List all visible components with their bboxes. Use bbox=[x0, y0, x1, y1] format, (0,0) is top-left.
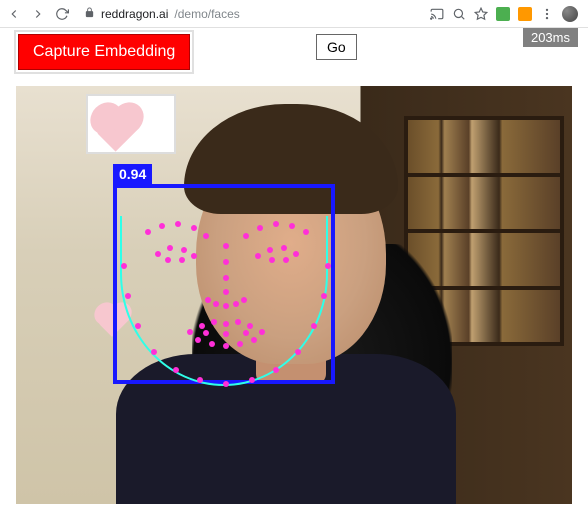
extension-orange-icon[interactable] bbox=[518, 7, 532, 21]
back-icon[interactable] bbox=[6, 6, 22, 22]
latency-badge: 203ms bbox=[523, 28, 578, 47]
go-button[interactable]: Go bbox=[316, 34, 357, 60]
url-path: /demo/faces bbox=[174, 7, 239, 21]
browser-toolbar: reddragon.ai/demo/faces bbox=[0, 0, 588, 28]
page-content: Capture Embedding Go 203ms 0.94 bbox=[0, 28, 588, 520]
person bbox=[76, 154, 496, 504]
wall-picture bbox=[86, 94, 176, 154]
extension-icons bbox=[430, 6, 582, 22]
url-host: reddragon.ai bbox=[101, 7, 168, 21]
heart-icon bbox=[94, 106, 139, 151]
cast-icon[interactable] bbox=[430, 7, 444, 21]
scene-background bbox=[16, 86, 572, 504]
video-feed: 0.94 bbox=[16, 86, 572, 504]
extension-green-icon[interactable] bbox=[496, 7, 510, 21]
star-icon[interactable] bbox=[474, 7, 488, 21]
reload-icon[interactable] bbox=[54, 6, 70, 22]
menu-icon[interactable] bbox=[540, 7, 554, 21]
controls-row: Capture Embedding Go 203ms bbox=[16, 34, 572, 78]
address-bar[interactable]: reddragon.ai/demo/faces bbox=[78, 3, 422, 25]
profile-avatar-icon[interactable] bbox=[562, 6, 578, 22]
forward-icon[interactable] bbox=[30, 6, 46, 22]
capture-embedding-button[interactable]: Capture Embedding bbox=[18, 34, 190, 70]
zoom-icon[interactable] bbox=[452, 7, 466, 21]
lock-icon bbox=[84, 7, 95, 21]
